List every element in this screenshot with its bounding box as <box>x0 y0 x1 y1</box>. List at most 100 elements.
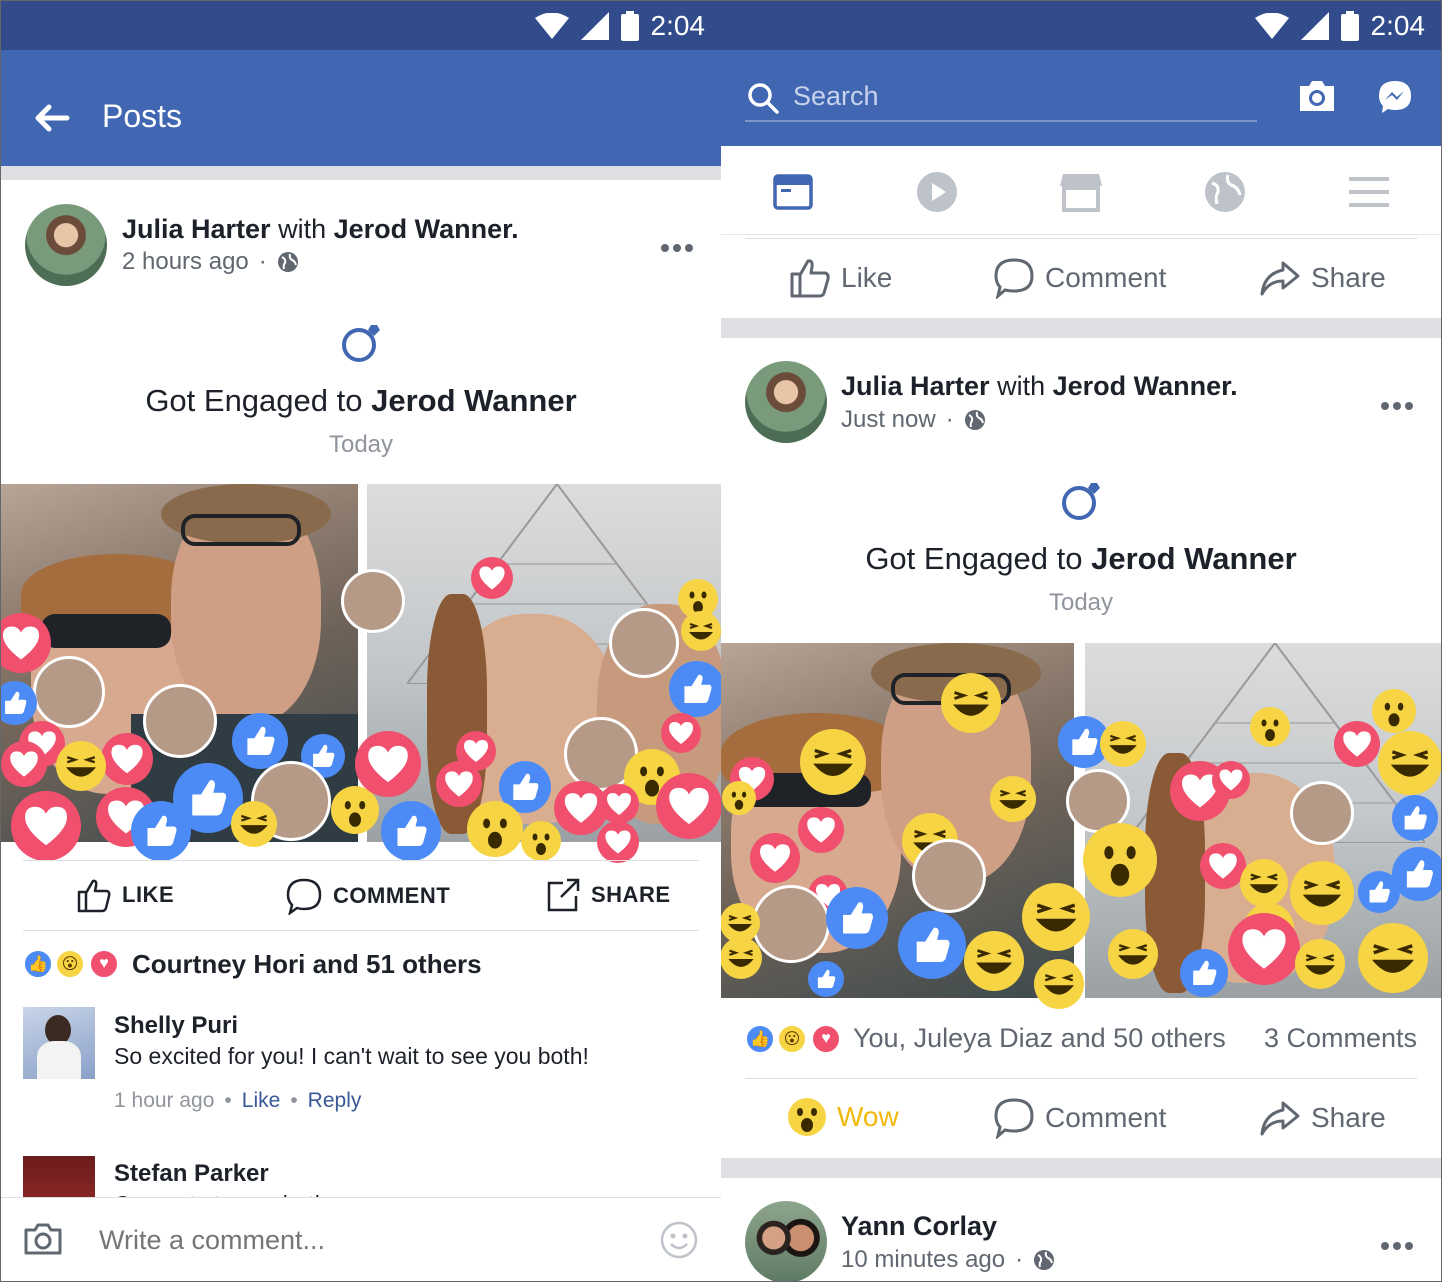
event-name[interactable]: Jerod Wanner <box>371 383 577 418</box>
wow-reaction-icon: 😮 <box>777 1024 807 1054</box>
wifi-icon <box>1254 13 1289 39</box>
like-emoji-icon <box>1 681 37 725</box>
haha-emoji-icon <box>1240 859 1288 907</box>
tab-marketplace[interactable] <box>1057 168 1105 216</box>
more-options-icon[interactable] <box>1381 1237 1421 1250</box>
friend-avatar <box>143 684 217 758</box>
love-emoji-icon <box>355 731 421 797</box>
event-prefix: Got Engaged to <box>865 541 1083 576</box>
comment-like-link[interactable]: Like <box>242 1089 281 1113</box>
share-icon <box>1260 1101 1300 1136</box>
wow-emoji-icon <box>467 801 523 857</box>
haha-emoji-icon <box>1022 883 1090 951</box>
back-arrow-icon[interactable] <box>31 98 71 138</box>
more-options-icon[interactable] <box>1381 397 1421 410</box>
commenter-name[interactable]: Stefan Parker <box>114 1160 269 1188</box>
post-meta: 10 minutes ago · <box>841 1246 1055 1274</box>
haha-emoji-icon <box>1378 731 1441 795</box>
tab-explore[interactable] <box>1201 168 1249 216</box>
wow-reaction-icon <box>788 1098 826 1136</box>
life-event-date: Today <box>1048 589 1114 616</box>
event-name[interactable]: Jerod Wanner <box>1091 541 1297 576</box>
post-time[interactable]: Just now <box>841 406 936 434</box>
commenter-name[interactable]: Shelly Puri <box>114 1012 238 1040</box>
tagged-name[interactable]: Jerod Wanner. <box>334 214 519 244</box>
post-time[interactable]: 10 minutes ago <box>841 1246 1005 1274</box>
share-button[interactable]: SHARE <box>545 877 671 913</box>
like-reaction-icon: 👍 <box>745 1024 775 1054</box>
share-button[interactable]: Share <box>1259 1097 1386 1139</box>
status-time: 2:04 <box>650 10 706 41</box>
prev-like-button[interactable]: Like <box>789 257 892 299</box>
comment-button[interactable]: COMMENT <box>285 877 450 915</box>
friend-avatar <box>752 885 830 963</box>
author-avatar[interactable] <box>745 1201 827 1281</box>
messenger-icon[interactable] <box>1377 79 1413 115</box>
tab-news-feed[interactable] <box>769 168 817 216</box>
love-emoji-icon <box>471 557 513 599</box>
haha-emoji-icon <box>990 776 1036 822</box>
reactions-summary[interactable]: Courtney Hori and 51 others <box>132 949 482 980</box>
haha-emoji-icon <box>1295 939 1345 989</box>
like-button[interactable]: LIKE <box>76 877 174 913</box>
comment-reply-link[interactable]: Reply <box>308 1089 362 1113</box>
comment-text: So excited for you! I can't wait to see … <box>114 1043 589 1069</box>
friend-avatar <box>33 656 105 728</box>
more-options-icon[interactable] <box>661 239 701 252</box>
search-field[interactable] <box>745 74 1257 122</box>
wow-emoji-icon <box>1083 823 1157 897</box>
like-emoji-icon <box>826 887 888 949</box>
haha-emoji-icon <box>1100 721 1146 767</box>
haha-emoji-icon <box>721 937 762 979</box>
globe-icon <box>964 410 985 430</box>
meta-dot: • <box>224 1089 232 1112</box>
comment-meta: 1 hour ago • Like • Reply <box>114 1089 361 1113</box>
next-post-author[interactable]: Yann Corlay <box>841 1211 997 1242</box>
like-emoji-icon <box>232 713 288 769</box>
friend-avatar <box>912 839 986 913</box>
like-icon <box>77 879 111 913</box>
section-divider <box>1 166 721 180</box>
wow-reaction-icon: 😮 <box>55 949 85 979</box>
comment-2: Stefan Parker Congrats to you both <box>1 1151 721 1199</box>
like-emoji-icon <box>131 801 191 861</box>
comment-time: 1 hour ago <box>114 1089 215 1112</box>
battery-icon <box>620 11 639 41</box>
prev-like-label: Like <box>841 262 893 293</box>
haha-emoji-icon <box>1108 929 1158 979</box>
tab-menu[interactable] <box>1345 168 1393 216</box>
tab-video[interactable] <box>913 168 961 216</box>
love-emoji-icon <box>1212 761 1250 799</box>
prev-share-label: Share <box>1311 262 1386 293</box>
comment-button[interactable]: Comment <box>993 1097 1166 1139</box>
meta-dot: · <box>1015 1246 1024 1273</box>
tagged-name[interactable]: Jerod Wanner. <box>1053 371 1238 401</box>
love-emoji-icon <box>656 773 721 839</box>
comment-icon <box>286 878 322 915</box>
globe-icon <box>1034 1250 1055 1270</box>
like-emoji-icon <box>381 801 441 861</box>
share-label: Share <box>1311 1102 1386 1133</box>
love-reaction-icon: ♥ <box>89 949 119 979</box>
author-avatar[interactable] <box>745 361 827 443</box>
wow-button[interactable]: Wow <box>787 1097 899 1137</box>
author-avatar[interactable] <box>25 204 107 286</box>
camera-icon[interactable] <box>23 1222 63 1256</box>
wow-label: Wow <box>837 1101 899 1132</box>
post-time[interactable]: 2 hours ago <box>122 248 249 276</box>
commenter-avatar[interactable] <box>23 1007 95 1079</box>
comment-input[interactable] <box>99 1220 619 1260</box>
with-word: with <box>997 371 1046 401</box>
meta-dot: · <box>258 248 267 275</box>
commenter-avatar[interactable] <box>23 1156 95 1199</box>
reactions-summary[interactable]: You, Juleya Diaz and 50 others <box>853 1023 1226 1054</box>
prev-comment-button[interactable]: Comment <box>993 257 1166 299</box>
author-name[interactable]: Julia Harter <box>122 214 271 244</box>
author-name[interactable]: Julia Harter <box>841 371 990 401</box>
prev-share-button[interactable]: Share <box>1259 257 1386 299</box>
camera-icon[interactable] <box>1299 80 1335 112</box>
search-input[interactable] <box>793 78 1233 114</box>
comments-count[interactable]: 3 Comments <box>1264 1023 1417 1054</box>
smiley-icon[interactable] <box>659 1220 699 1260</box>
menu-icon <box>1349 177 1389 207</box>
